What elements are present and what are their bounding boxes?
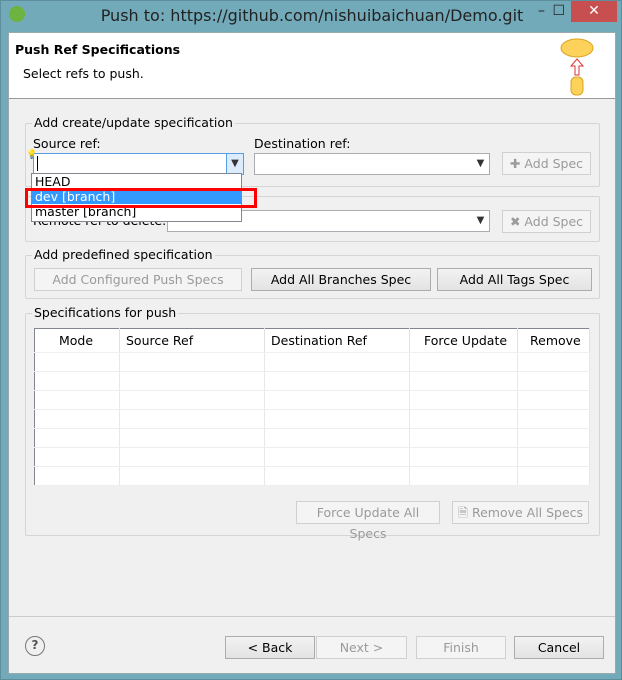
help-icon[interactable]: ? xyxy=(25,636,45,656)
window-title: Push to: https://github.com/nishuibaichu… xyxy=(100,6,524,25)
column-mode[interactable]: Mode xyxy=(34,328,120,353)
add-all-branches-spec-button[interactable]: Add All Branches Spec xyxy=(251,268,431,291)
remove-all-specs-button[interactable]: 🗎 Remove All Specs xyxy=(452,501,589,524)
force-update-all-specs-button[interactable]: Force Update All Specs xyxy=(296,501,440,541)
button-label: Add Spec xyxy=(524,214,584,229)
add-configured-push-specs-button[interactable]: Add Configured Push Specs xyxy=(34,268,242,291)
maximize-button[interactable]: ☐ xyxy=(552,3,565,19)
destination-ref-label: Destination ref: xyxy=(254,136,351,151)
page-title: Push Ref Specifications xyxy=(15,42,181,57)
chevron-down-icon[interactable]: ▼ xyxy=(472,154,489,174)
title-bar: Push to: https://github.com/nishuibaichu… xyxy=(1,1,622,32)
wizard-header: Push Ref Specifications Select refs to p… xyxy=(9,33,615,99)
group-label: Add predefined specification xyxy=(32,247,215,262)
back-button[interactable]: < Back xyxy=(225,636,315,659)
column-remove[interactable]: Remove xyxy=(517,328,590,353)
plus-icon: ✚ xyxy=(509,156,525,171)
highlight-box xyxy=(25,188,257,208)
chevron-down-icon[interactable]: ▼ xyxy=(472,211,489,231)
column-source-ref[interactable]: Source Ref xyxy=(119,328,265,353)
minimize-button[interactable]: – xyxy=(538,3,545,19)
source-ref-combo[interactable]: ▼ xyxy=(33,153,244,175)
next-button[interactable]: Next > xyxy=(316,636,407,659)
specs-table: Mode Source Ref Destination Ref Force Up… xyxy=(34,328,590,486)
button-label: Remove All Specs xyxy=(471,505,584,520)
remove-icon: 🗎 xyxy=(457,505,472,520)
group-label: Add create/update specification xyxy=(32,115,235,130)
add-spec-button[interactable]: ✚ Add Spec xyxy=(502,152,591,175)
source-ref-label: Source ref: xyxy=(33,136,101,151)
add-all-tags-spec-button[interactable]: Add All Tags Spec xyxy=(437,268,592,291)
button-label: Add Spec xyxy=(524,156,584,171)
add-delete-spec-button[interactable]: ✖ Add Spec xyxy=(502,210,591,233)
finish-button[interactable]: Finish xyxy=(416,636,506,659)
dialog-content: Push Ref Specifications Select refs to p… xyxy=(8,32,616,674)
content-assist-bulb-icon: 💡 xyxy=(26,150,38,160)
footer-divider xyxy=(9,616,615,617)
dialog-window: Push to: https://github.com/nishuibaichu… xyxy=(0,0,622,680)
delete-x-icon: ✖ xyxy=(509,214,525,229)
group-label: Specifications for push xyxy=(32,305,179,320)
push-cloud-icon xyxy=(560,38,594,96)
dropdown-option-head[interactable]: HEAD xyxy=(32,174,241,189)
specifications-group: Specifications for push Mode Source Ref … xyxy=(25,305,600,541)
chevron-down-icon[interactable]: ▼ xyxy=(226,154,243,174)
close-button[interactable]: ✕ xyxy=(571,1,617,22)
predefined-group: Add predefined specification Add Configu… xyxy=(25,247,600,299)
destination-ref-combo[interactable]: ▼ xyxy=(254,153,490,175)
cancel-button[interactable]: Cancel xyxy=(514,636,604,659)
column-force-update[interactable]: Force Update xyxy=(409,328,518,353)
column-destination-ref[interactable]: Destination Ref xyxy=(264,328,410,353)
page-subtitle: Select refs to push. xyxy=(23,66,144,81)
